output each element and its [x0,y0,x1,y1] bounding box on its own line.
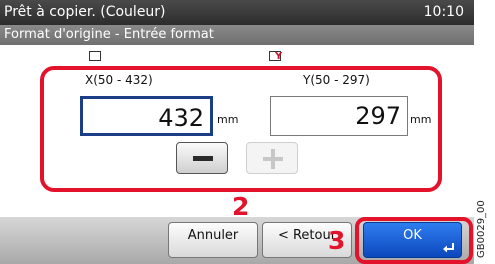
x-range-label: X(50 - 432) [85,73,153,87]
copier-panel-screen: Prêt à copier. (Couleur) 10:10 Format d'… [0,0,474,264]
x-orientation-icon [89,51,101,61]
x-size-field[interactable]: 432 [80,96,213,136]
y-orientation-icon: Y [269,51,282,62]
clock: 10:10 [423,4,464,20]
screen-title-bar: Format d'origine - Entrée format [0,25,474,45]
ok-label: OK [403,228,422,243]
decrement-button[interactable] [176,142,228,174]
minus-icon [193,156,213,161]
y-range-label: Y(50 - 297) [303,73,370,87]
enter-icon [443,243,454,253]
y-unit-label: mm [410,113,432,126]
cancel-button[interactable]: Annuler [168,222,258,258]
status-bar: Prêt à copier. (Couleur) 10:10 [0,0,474,25]
x-unit-label: mm [217,113,239,126]
ok-button[interactable]: OK [363,222,462,258]
y-size-field[interactable]: 297 [270,96,408,136]
step-callout-2: 2 [232,192,250,221]
increment-button[interactable] [246,142,298,174]
figure-code: GB0029_00 [476,200,487,258]
status-message: Prêt à copier. (Couleur) [4,4,166,20]
step-callout-3: 3 [328,226,346,255]
screen-title: Format d'origine - Entrée format [4,27,214,42]
